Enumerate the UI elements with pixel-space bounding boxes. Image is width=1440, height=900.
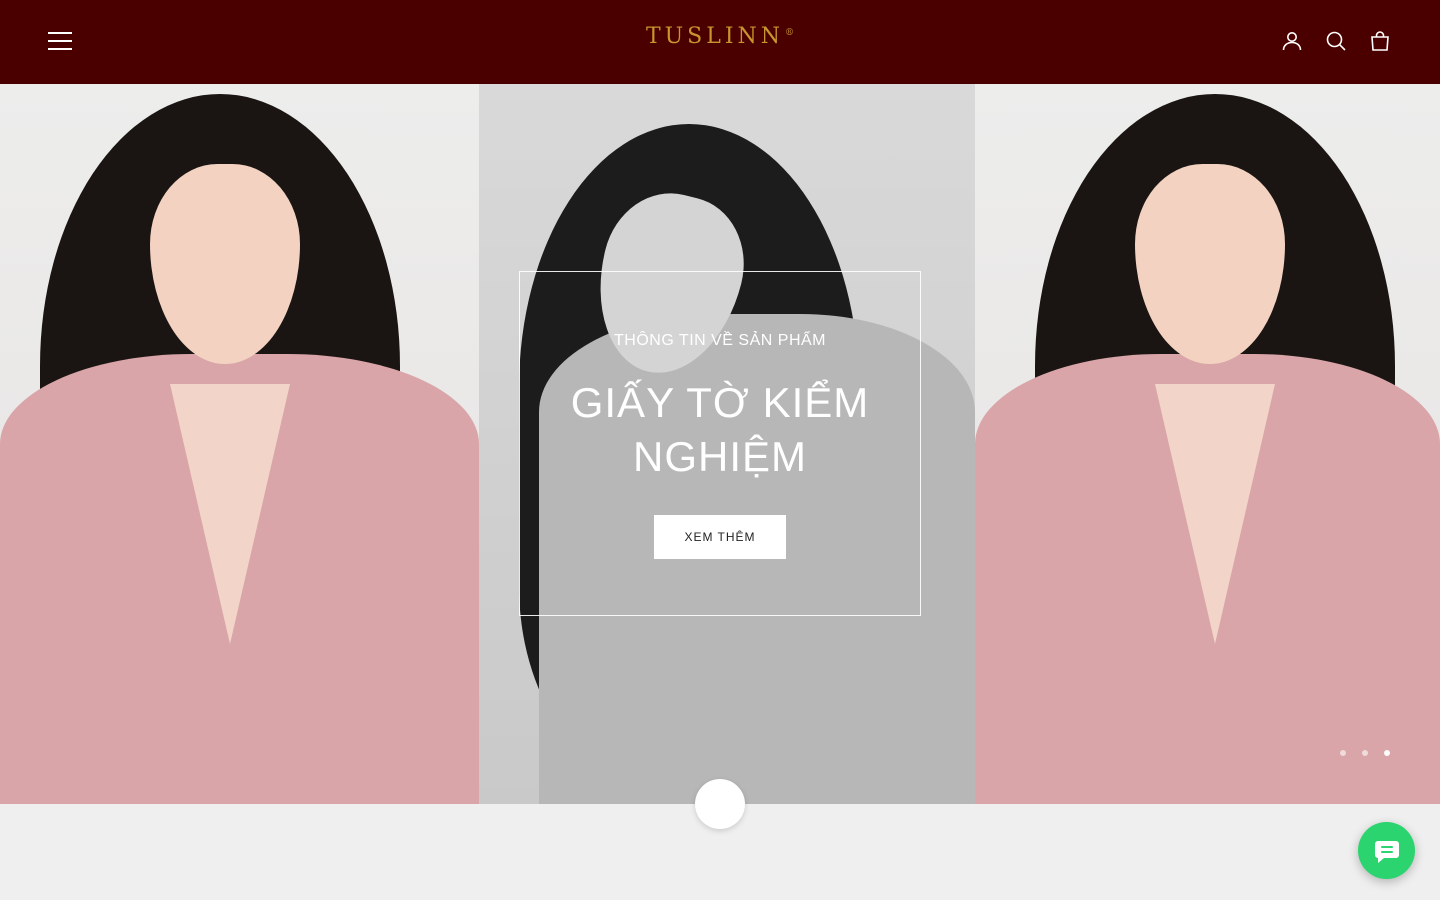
menu-icon[interactable]: [48, 32, 72, 50]
site-header: TUSLINN®: [0, 0, 1440, 84]
hero-headline-line: GIẤY TỜ KIỂM: [570, 379, 870, 426]
hero-text-frame: THÔNG TIN VỀ SẢN PHẨM GIẤY TỜ KIỂM NGHIỆ…: [519, 271, 921, 616]
hero-slideshow: THÔNG TIN VỀ SẢN PHẨM GIẤY TỜ KIỂM NGHIỆ…: [0, 84, 1440, 804]
hero-headline-line: NGHIỆM: [633, 433, 807, 480]
slide-dot-1[interactable]: [1340, 750, 1346, 756]
chat-bubble-icon: [1374, 840, 1399, 863]
search-icon[interactable]: [1324, 29, 1348, 53]
menu-line: [48, 40, 72, 42]
hero-photo-left: [0, 84, 479, 804]
hero-photo-right: [975, 84, 1440, 804]
hero-headline: GIẤY TỜ KIỂM NGHIỆM: [520, 376, 920, 484]
slide-dot-2[interactable]: [1362, 750, 1368, 756]
chat-button[interactable]: [1358, 822, 1415, 879]
scroll-down-button[interactable]: [695, 779, 745, 829]
slide-dot-3[interactable]: [1384, 750, 1390, 756]
view-more-button[interactable]: XEM THÊM: [654, 515, 786, 559]
hero-eyebrow: THÔNG TIN VỀ SẢN PHẨM: [613, 332, 826, 349]
registered-mark: ®: [785, 27, 795, 38]
photo-neckline: [1155, 384, 1275, 644]
brand-logo[interactable]: TUSLINN®: [620, 24, 820, 49]
cart-icon[interactable]: [1368, 29, 1392, 53]
menu-line: [48, 48, 72, 50]
menu-line: [48, 32, 72, 34]
account-icon[interactable]: [1280, 29, 1304, 53]
brand-name: TUSLINN: [645, 24, 785, 49]
photo-neckline: [170, 384, 290, 644]
